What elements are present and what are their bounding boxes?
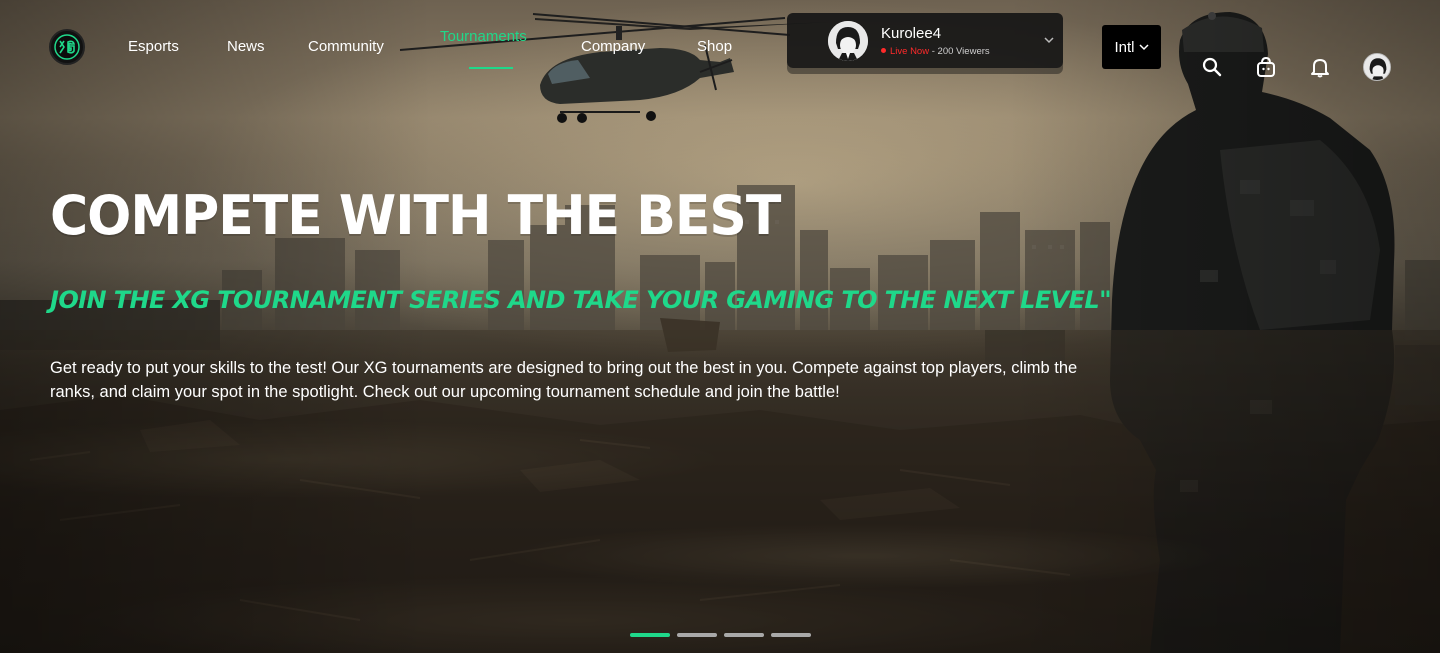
carousel-dot-1[interactable]: [630, 633, 670, 637]
search-button[interactable]: [1200, 55, 1224, 79]
search-icon: [1202, 57, 1222, 77]
vignette: [0, 0, 1440, 653]
bell-icon: [1311, 59, 1329, 78]
carousel-dot-4[interactable]: [771, 633, 811, 637]
live-dot-icon: [881, 48, 886, 53]
carousel-dot-3[interactable]: [724, 633, 764, 637]
carousel-dot-2[interactable]: [677, 633, 717, 637]
nav-item-esports[interactable]: Esports: [128, 38, 179, 55]
streamer-name: Kurolee4: [881, 25, 942, 42]
live-separator: -: [929, 46, 938, 57]
language-selector[interactable]: Intl: [1102, 25, 1161, 69]
viewer-count: 200 Viewers: [937, 46, 990, 57]
hero-description: Get ready to put your skills to the test…: [50, 359, 1078, 401]
chevron-down-icon: [1138, 44, 1149, 51]
cart-icon: [1257, 56, 1275, 77]
cart-button[interactable]: [1254, 55, 1278, 79]
live-stream-card[interactable]: Kurolee4 Live Now - 200 Viewers: [787, 13, 1063, 68]
nav-item-community[interactable]: Community: [308, 38, 384, 55]
hero-headline: COMPETE WITH THE BEST: [50, 184, 781, 248]
nav-item-company[interactable]: Company: [581, 38, 645, 55]
notifications-button[interactable]: [1308, 55, 1332, 79]
hero-background: [0, 0, 1440, 653]
nav-item-tournaments[interactable]: Tournaments: [440, 28, 527, 45]
nav-item-shop[interactable]: Shop: [697, 38, 732, 55]
chevron-down-icon[interactable]: [1043, 35, 1055, 45]
nav-item-news[interactable]: News: [227, 38, 265, 55]
xg-logo[interactable]: [49, 29, 85, 65]
live-status: Live Now - 200 Viewers: [881, 46, 990, 57]
xg-logo-icon: [54, 34, 80, 60]
hero-subheadline: JOIN THE XG TOURNAMENT SERIES AND TAKE Y…: [50, 286, 1112, 314]
language-label: Intl: [1114, 38, 1135, 56]
carousel-indicators: [630, 633, 811, 637]
nav-active-underline: [469, 67, 513, 69]
live-status-label: Live Now: [890, 46, 930, 57]
user-avatar[interactable]: [1363, 53, 1391, 81]
streamer-avatar: [828, 21, 868, 61]
